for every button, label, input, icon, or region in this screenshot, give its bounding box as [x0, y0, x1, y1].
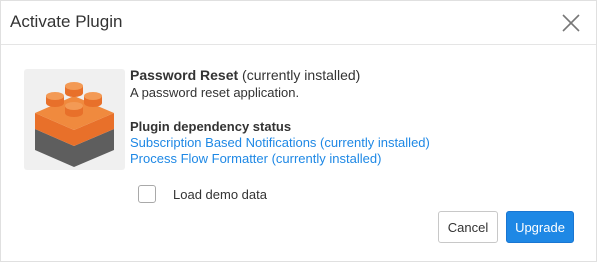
plugin-status: (currently installed) [238, 67, 361, 83]
demo-data-row: Load demo data [138, 185, 267, 203]
dependency-link-process-flow-formatter[interactable]: Process Flow Formatter (currently instal… [130, 151, 430, 167]
close-button[interactable] [560, 12, 582, 34]
lego-brick-icon [35, 82, 114, 167]
load-demo-data-checkbox[interactable] [138, 185, 156, 203]
plugin-icon-tile [24, 69, 125, 170]
plugin-description: A password reset application. [130, 85, 300, 100]
close-icon [562, 14, 580, 32]
dialog-header: Activate Plugin [1, 1, 596, 45]
activate-plugin-dialog: Activate Plugin Password Reset (currentl… [0, 0, 597, 262]
plugin-name: Password Reset [130, 67, 239, 83]
plugin-name-line: Password Reset (currently installed) [130, 67, 430, 83]
upgrade-button[interactable]: Upgrade [506, 211, 574, 243]
load-demo-data-label: Load demo data [173, 186, 267, 202]
plugin-info: Password Reset (currently installed) A p… [130, 67, 430, 167]
dependency-link-subscription-notifications[interactable]: Subscription Based Notifications (curren… [130, 135, 430, 151]
dialog-title: Activate Plugin [10, 12, 123, 31]
dependency-status-title: Plugin dependency status [130, 119, 292, 134]
cancel-button[interactable]: Cancel [438, 211, 498, 243]
